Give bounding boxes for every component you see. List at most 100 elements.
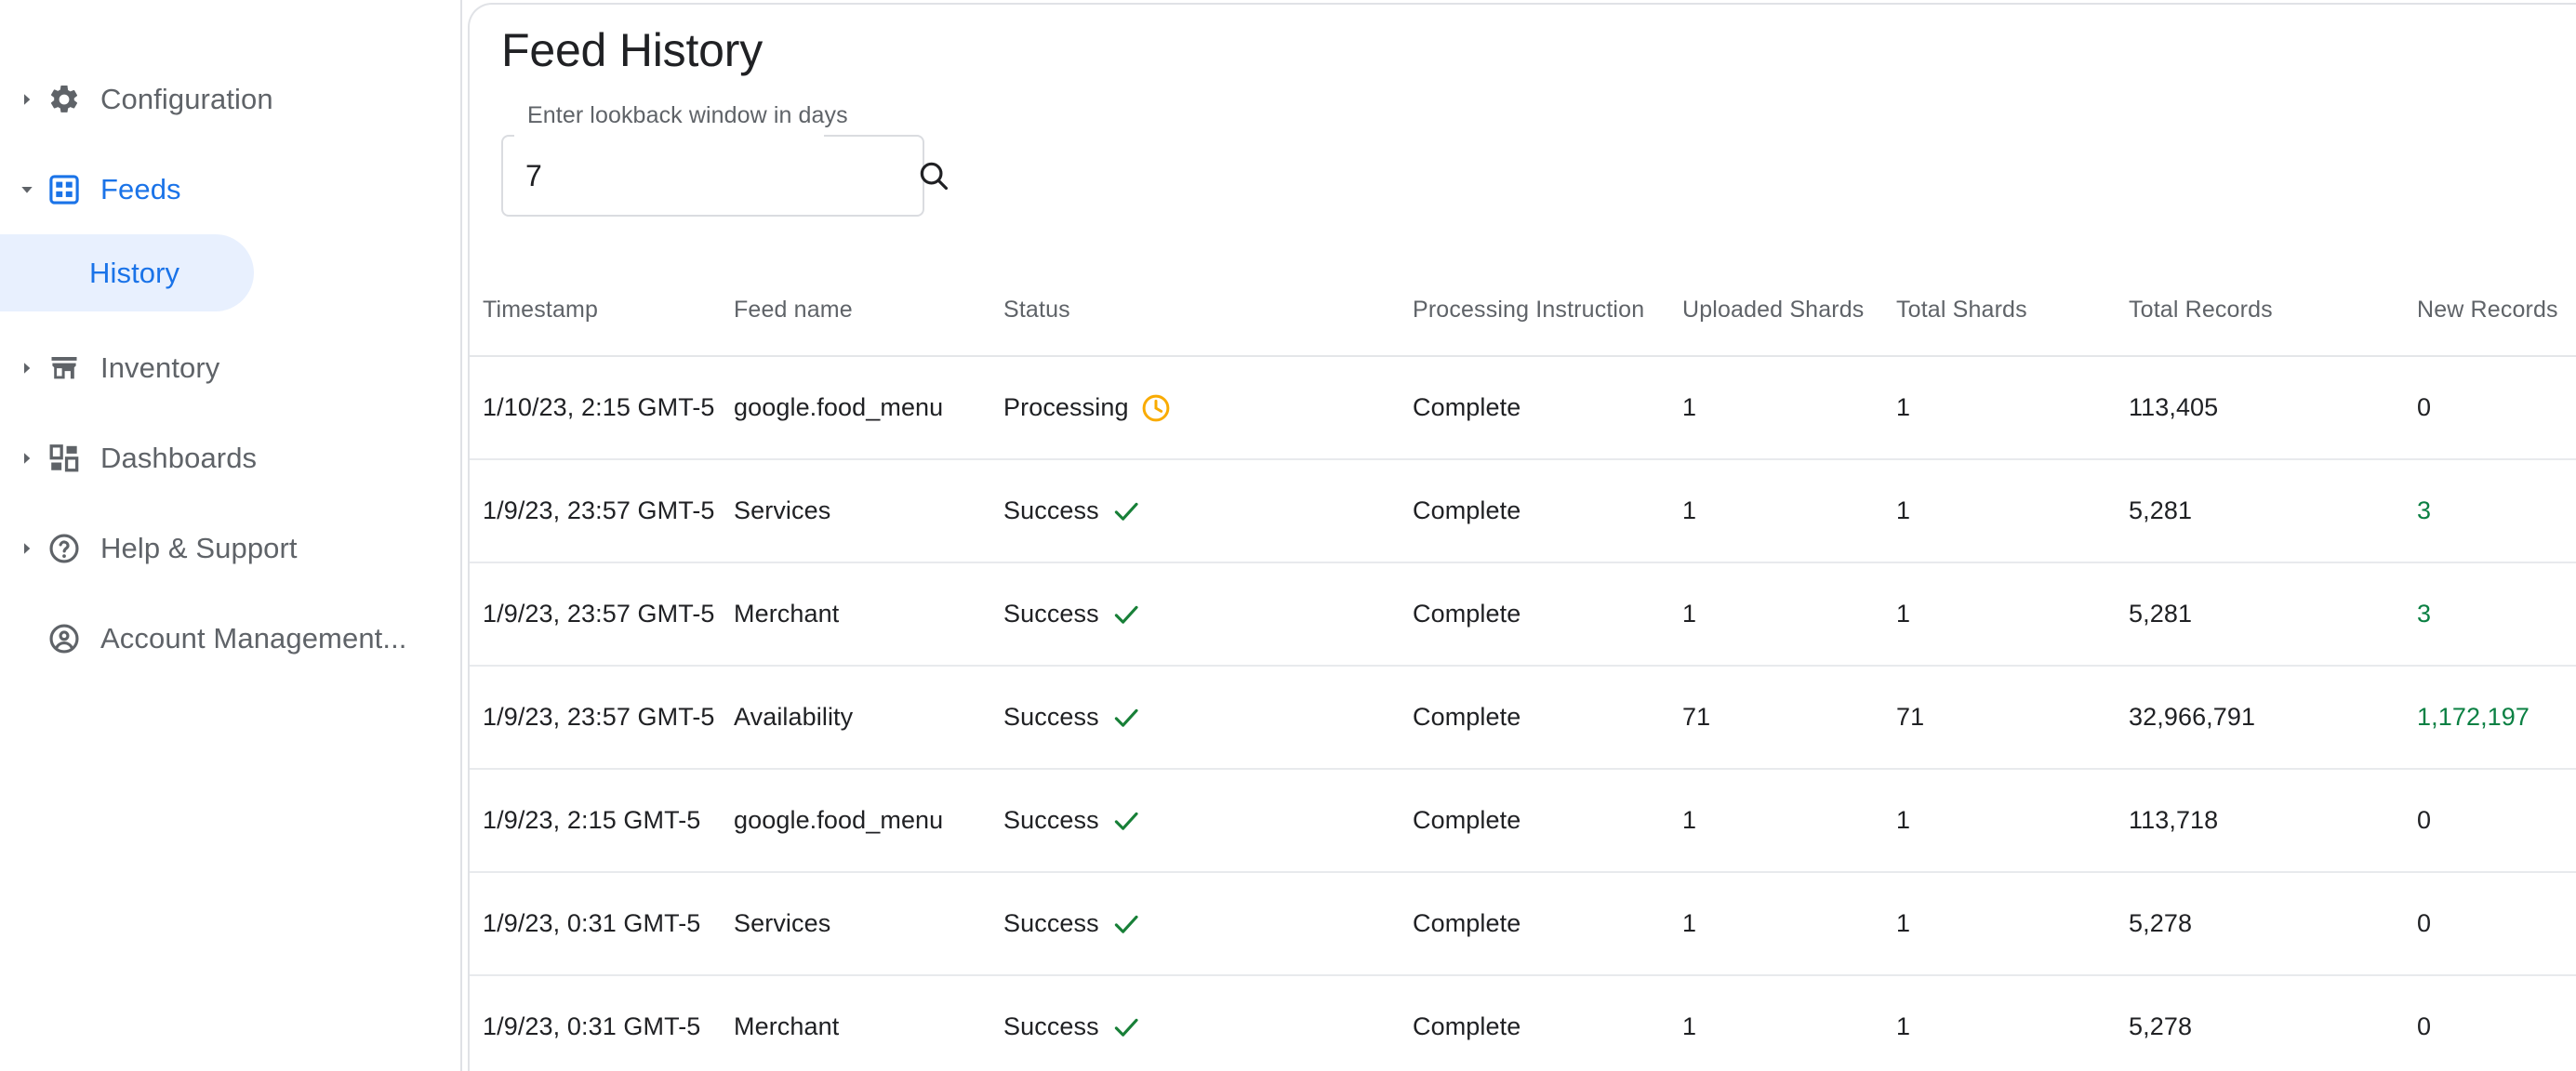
search-icon — [916, 158, 951, 193]
table-row[interactable]: 1/9/23, 23:57 GMT-5 Merchant Success Comple… — [470, 562, 2576, 667]
column-header: New Records — [2404, 265, 2576, 357]
timestamp-cell: 1/9/23, 23:57 GMT-5 — [470, 562, 721, 667]
search-button[interactable] — [916, 155, 951, 196]
table-head: Timestamp Feed name Status Processing Instr… — [470, 265, 2576, 357]
total-records-cell: 32,966,791 — [2116, 666, 2404, 770]
timestamp-cell: 1/9/23, 0:31 GMT-5 — [470, 872, 721, 976]
lookback-input[interactable] — [525, 135, 916, 217]
new-records-cell: 0 — [2404, 975, 2576, 1071]
feeds-grid-icon — [39, 173, 89, 206]
column-header: Status — [990, 265, 1400, 357]
status-cell: Success — [990, 666, 1400, 770]
storefront-icon — [39, 351, 89, 385]
sidebar-item-label: Dashboards — [100, 441, 258, 474]
status-cell: Success — [990, 459, 1400, 563]
chevron-right-icon[interactable] — [15, 450, 39, 467]
content-card: Feed History Enter lookback window in da… — [468, 3, 2576, 1071]
sidebar-item-feeds[interactable]: Feeds — [0, 144, 460, 234]
table-row[interactable]: 1/9/23, 0:31 GMT-5 Merchant Success Complet… — [470, 975, 2576, 1071]
status-label: Success — [1003, 909, 1099, 937]
table-row[interactable]: 1/10/23, 2:15 GMT-5 google.food_menu Proce… — [470, 356, 2576, 460]
uploaded-shards-cell: 1 — [1669, 459, 1883, 563]
status-label: Processing — [1003, 393, 1129, 421]
sidebar-item-configuration[interactable]: Configuration — [0, 54, 460, 144]
timestamp-cell: 1/9/23, 23:57 GMT-5 — [470, 666, 721, 770]
uploaded-shards-cell: 1 — [1669, 769, 1883, 873]
feed-name-cell: Services — [721, 459, 990, 563]
sidebar-item-inventory[interactable]: Inventory — [0, 323, 460, 413]
feed-name-cell: Availability — [721, 666, 990, 770]
chevron-right-icon[interactable] — [15, 540, 39, 557]
check-icon — [1110, 702, 1142, 734]
total-records-cell: 5,281 — [2116, 459, 2404, 563]
timestamp-cell: 1/10/23, 2:15 GMT-5 — [470, 356, 721, 460]
feed-name-cell: Services — [721, 872, 990, 976]
processing-instruction-cell: Complete — [1400, 356, 1669, 460]
total-records-cell: 5,278 — [2116, 872, 2404, 976]
sidebar-item-label: Help & Support — [100, 531, 298, 564]
processing-instruction-cell: Complete — [1400, 666, 1669, 770]
check-icon — [1110, 805, 1142, 837]
column-header: Total Records — [2116, 265, 2404, 357]
field-inner — [501, 135, 949, 217]
sidebar-item-help-support[interactable]: Help & Support — [0, 503, 460, 593]
help-circle-icon — [39, 532, 89, 565]
table-scroll-container[interactable]: Timestamp Feed name Status Processing Instr… — [470, 265, 2576, 1071]
table-row[interactable]: 1/9/23, 23:57 GMT-5 Services Success Comple… — [470, 459, 2576, 563]
check-icon — [1110, 1012, 1142, 1043]
status-label: Success — [1003, 496, 1099, 524]
status-cell: Success — [990, 872, 1400, 976]
status-cell: Processing — [990, 356, 1400, 460]
sidebar-item-dashboards[interactable]: Dashboards — [0, 413, 460, 503]
column-header: Feed name — [721, 265, 990, 357]
total-shards-cell: 1 — [1883, 356, 2116, 460]
processing-instruction-cell: Complete — [1400, 562, 1669, 667]
total-shards-cell: 1 — [1883, 769, 2116, 873]
uploaded-shards-cell: 1 — [1669, 356, 1883, 460]
new-records-cell: 3 — [2404, 459, 2576, 563]
status-cell: Success — [990, 562, 1400, 667]
page-title: Feed History — [501, 24, 764, 76]
gear-icon — [39, 83, 89, 116]
table-row[interactable]: 1/9/23, 0:31 GMT-5 Services Success Complet… — [470, 872, 2576, 976]
status-label: Success — [1003, 1012, 1099, 1040]
feed-history-table: Timestamp Feed name Status Processing Instr… — [470, 265, 2576, 1071]
processing-instruction-cell: Complete — [1400, 459, 1669, 563]
account-circle-icon — [39, 622, 89, 655]
sidebar-item-label: Inventory — [100, 350, 220, 384]
feed-name-cell: Merchant — [721, 975, 990, 1071]
chevron-right-icon[interactable] — [15, 91, 39, 108]
total-records-cell: 5,278 — [2116, 975, 2404, 1071]
sidebar-item-account-management[interactable]: Account Management... — [0, 593, 460, 683]
status-label: Success — [1003, 600, 1099, 628]
dashboard-icon — [39, 442, 89, 475]
uploaded-shards-cell: 1 — [1669, 872, 1883, 976]
chevron-right-icon[interactable] — [15, 360, 39, 377]
sidebar-item-label: Feeds — [100, 172, 181, 205]
check-icon — [1110, 908, 1142, 940]
app-root: Configuration Feeds History Inventory Dashbo… — [0, 0, 2576, 1071]
status-label: Success — [1003, 703, 1099, 731]
column-header: Uploaded Shards — [1669, 265, 1883, 357]
chevron-down-icon[interactable] — [15, 181, 39, 198]
feed-name-cell: google.food_menu — [721, 769, 990, 873]
table-row[interactable]: 1/9/23, 2:15 GMT-5 google.food_menu Succes… — [470, 769, 2576, 873]
sidebar-item-label: Configuration — [100, 82, 273, 115]
table-row[interactable]: 1/9/23, 23:57 GMT-5 Availability Success Co… — [470, 666, 2576, 770]
feed-name-cell: google.food_menu — [721, 356, 990, 460]
lookback-field: Enter lookback window in days — [501, 102, 949, 217]
status-cell: Success — [990, 769, 1400, 873]
uploaded-shards-cell: 71 — [1669, 666, 1883, 770]
uploaded-shards-cell: 1 — [1669, 975, 1883, 1071]
sidebar-subitem-history[interactable]: History — [0, 234, 254, 311]
table-body: 1/10/23, 2:15 GMT-5 google.food_menu Proce… — [470, 356, 2576, 1071]
new-records-cell: 0 — [2404, 769, 2576, 873]
lookback-label: Enter lookback window in days — [527, 102, 848, 128]
clock-icon — [1140, 392, 1172, 424]
timestamp-cell: 1/9/23, 2:15 GMT-5 — [470, 769, 721, 873]
total-shards-cell: 1 — [1883, 872, 2116, 976]
content-area: Feed History Enter lookback window in da… — [462, 0, 2576, 1071]
feed-name-cell: Merchant — [721, 562, 990, 667]
new-records-cell: 0 — [2404, 356, 2576, 460]
column-header: Total Shards — [1883, 265, 2116, 357]
